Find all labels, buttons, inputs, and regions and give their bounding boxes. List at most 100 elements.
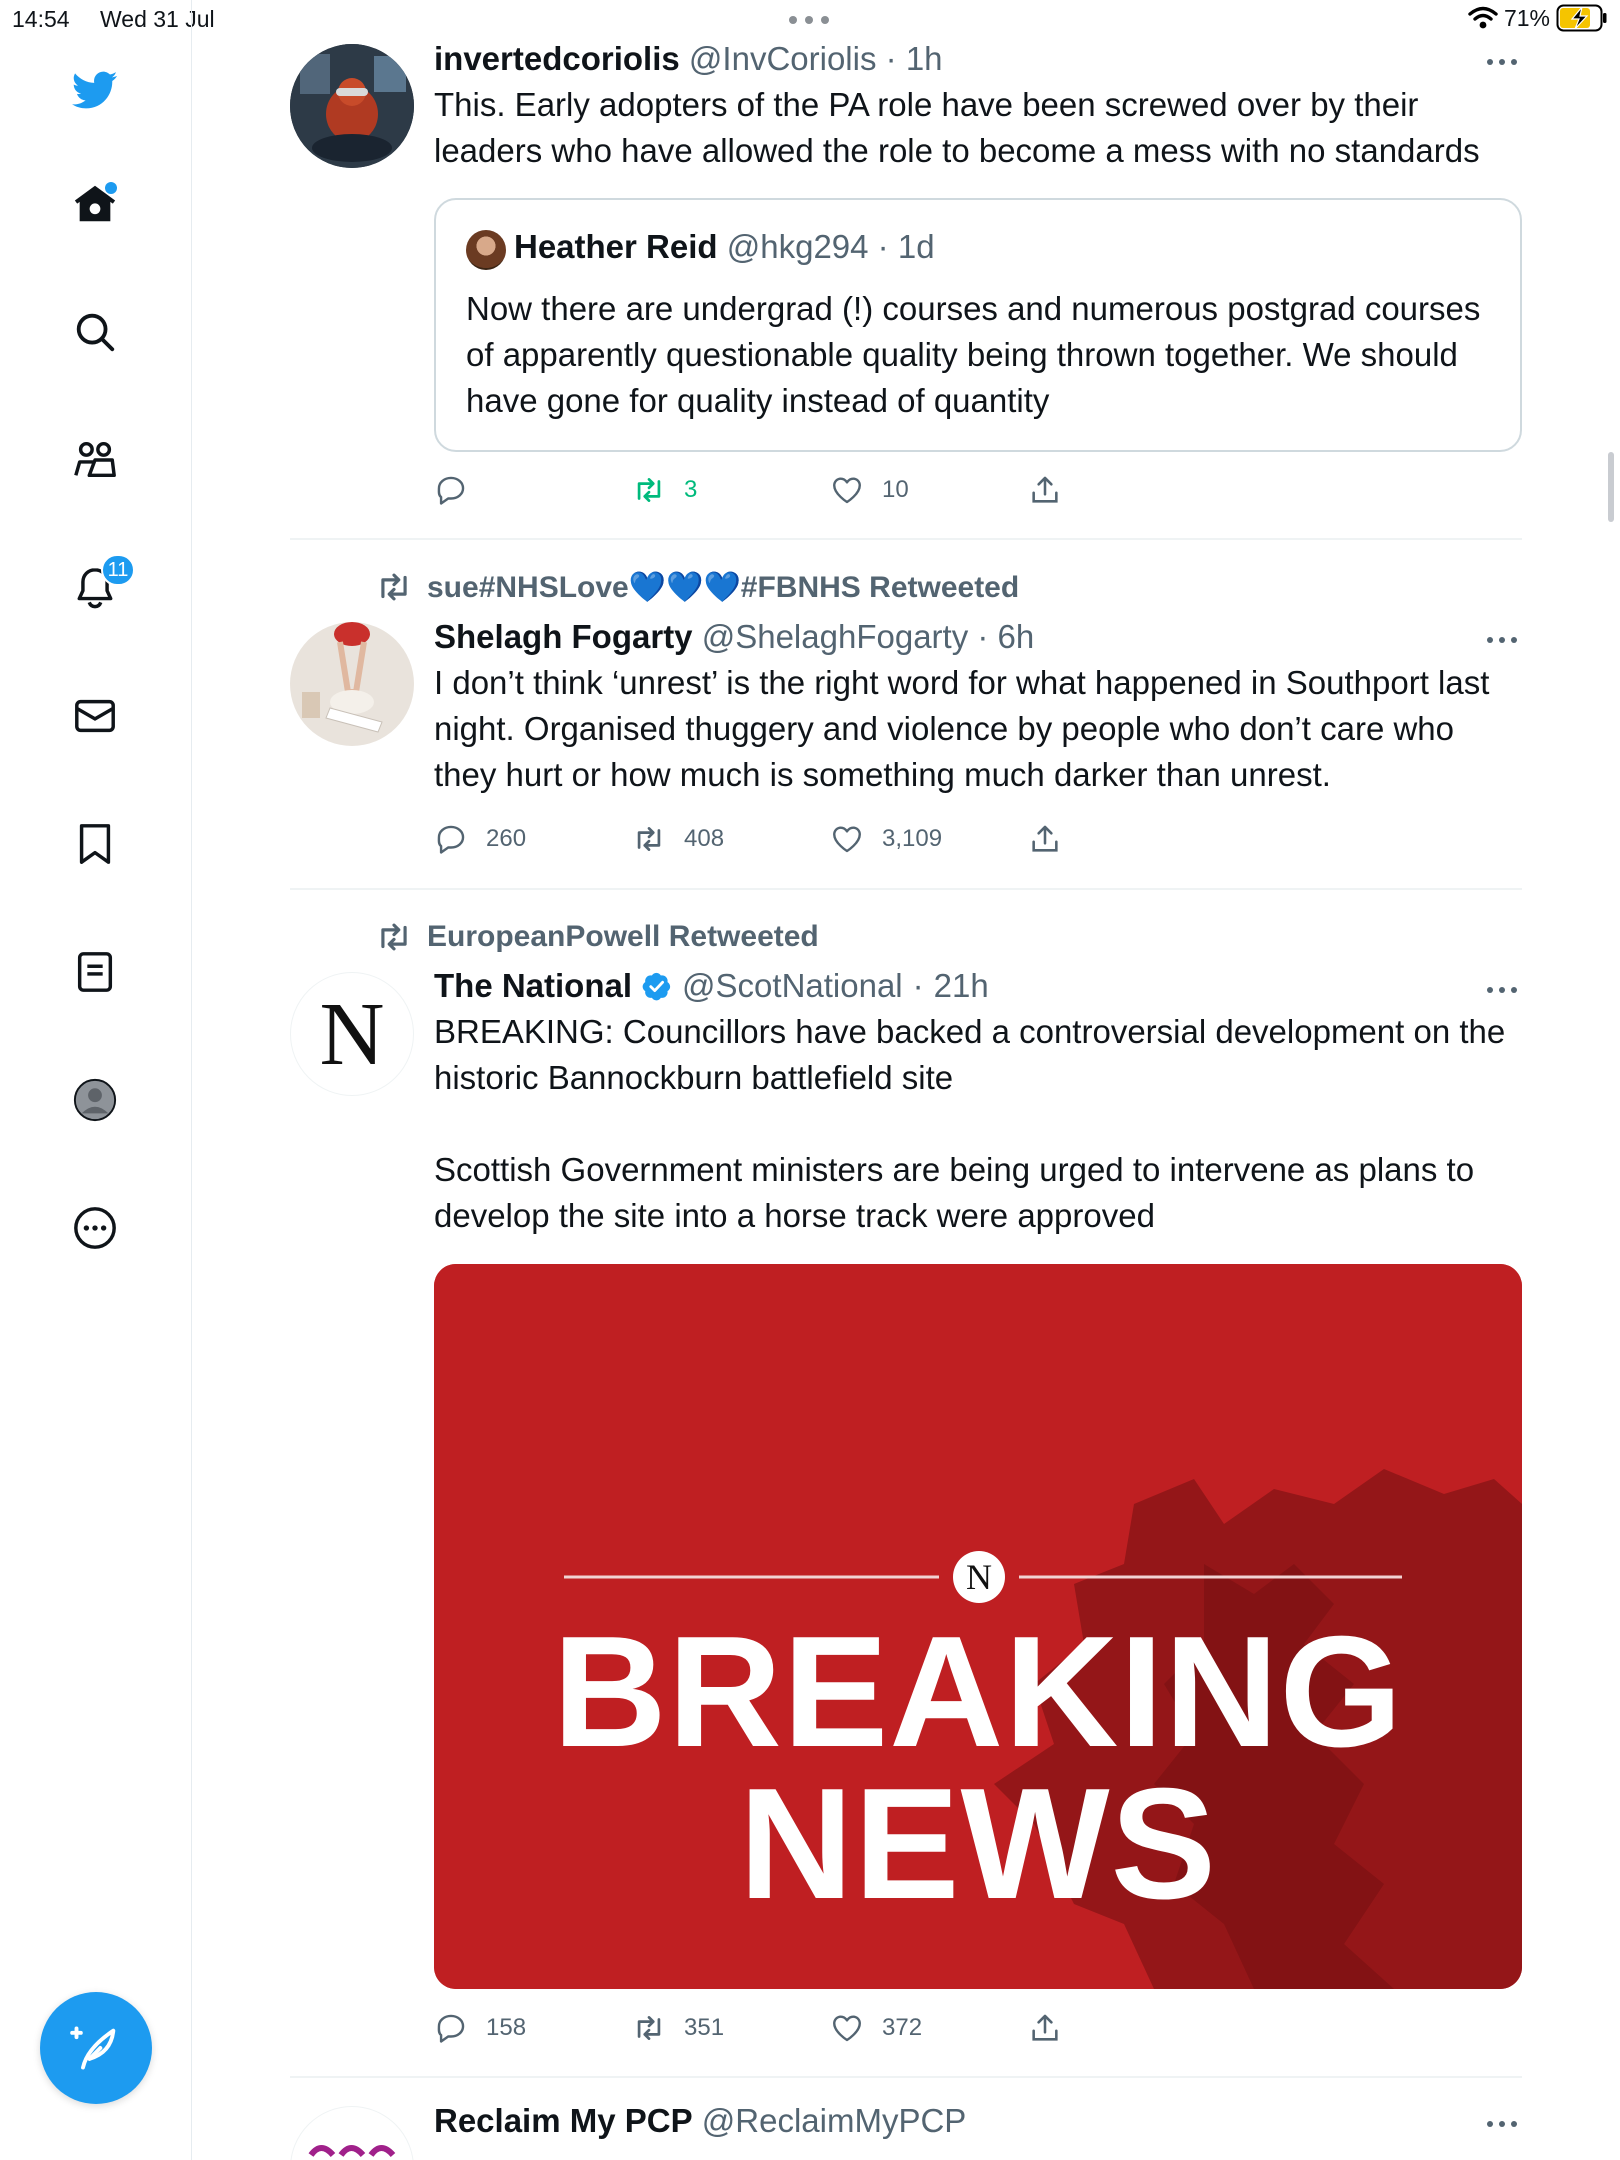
verified-badge-icon [642,972,671,1001]
profile-avatar-icon [73,1078,117,1122]
share-icon [1032,825,1058,852]
tweet-body: Reclaim My PCP @ReclaimMyPCP [434,2100,1522,2142]
like-count: 10 [882,476,909,503]
retweet-count: 3 [684,476,698,503]
share-icon [1032,2014,1058,2041]
media-logo-letter: N [966,1557,992,1597]
reply-button[interactable]: 260 [434,819,526,859]
quote-text: Now there are undergrad (!) courses and … [466,290,1481,419]
share-button[interactable] [1028,470,1062,510]
author-handle[interactable]: @InvCoriolis [689,40,877,77]
more-options-icon[interactable] [1482,980,1522,1000]
retweet-button[interactable]: 351 [632,2008,724,2048]
quote-author-handle: @hkg294 [726,228,869,265]
tweet-divider [290,2076,1522,2078]
more-options-icon[interactable] [1482,52,1522,72]
multitasking-dots-icon[interactable] [786,4,832,34]
share-button[interactable] [1028,819,1062,859]
quoted-tweet[interactable]: Heather Reid @hkg294 · 1d Now there are … [434,198,1522,452]
nav-home[interactable] [63,172,127,236]
author-handle[interactable]: @ReclaimMyPCP [702,2102,967,2139]
tweet-actions: 260 408 3,109 [434,819,1134,859]
tweet-text: This. Early adopters of the PA role have… [434,86,1480,169]
notifications-badge: 11 [101,554,135,586]
twitter-logo-button[interactable] [63,58,127,122]
quote-avatar[interactable] [466,230,506,270]
sidebar: 11 [0,0,192,2160]
avatar[interactable] [290,44,414,168]
quote-header: Heather Reid @hkg294 · 1d [514,228,935,265]
avatar-image [308,2145,396,2158]
wifi-icon [1468,6,1498,29]
lists-icon [77,952,113,992]
retweet-button[interactable]: 408 [632,819,724,859]
author-name[interactable]: The National [434,965,632,1007]
tweet-actions: 158 351 372 [434,2008,1134,2048]
reply-count: 260 [486,825,527,852]
reply-button[interactable]: 158 [434,2008,526,2048]
more-options-icon[interactable] [1482,2114,1522,2134]
tweet-divider [290,538,1522,540]
like-button[interactable]: 10 [830,470,909,510]
nav-profile[interactable] [63,1068,127,1132]
retweet-button[interactable]: 3 [632,470,697,510]
nav-lists[interactable] [63,940,127,1004]
quote-author-name: Heather Reid [514,228,718,265]
tweet-body: Shelagh Fogarty @ShelaghFogarty · 6h I d… [434,616,1522,798]
author-handle[interactable]: @ScotNational [682,965,903,1007]
tweet-time[interactable]: 21h [934,965,989,1007]
retweeted-by-text[interactable]: sue#NHSLove💙💙💙#FBNHS Retweeted [427,570,1019,605]
retweeted-by: sue#NHSLove💙💙💙#FBNHS Retweeted [375,568,1019,606]
tweet-header: Shelagh Fogarty @ShelaghFogarty · 6h [434,618,1035,655]
tweet-header: Reclaim My PCP @ReclaimMyPCP [434,2100,1522,2142]
avatar-image [290,44,414,168]
more-options-icon[interactable] [1482,630,1522,650]
tweet-body: invertedcoriolis @InvCoriolis · 1h This.… [434,38,1522,174]
reply-button[interactable] [434,470,486,510]
compose-feather-icon [70,2026,116,2070]
retweet-icon [637,827,661,851]
like-button[interactable]: 372 [830,2008,922,2048]
nav-bookmarks[interactable] [63,812,127,876]
tweet-header: invertedcoriolis @InvCoriolis · 1h [434,40,943,77]
tweet-time[interactable]: 6h [998,618,1035,655]
bookmark-icon [79,824,111,864]
like-count: 3,109 [882,825,943,852]
scrollbar[interactable] [1608,452,1614,522]
communities-icon [74,441,116,478]
retweet-count: 408 [684,825,725,852]
tweet-text: I don’t think ‘unrest’ is the right word… [434,664,1490,793]
retweeted-by-text[interactable]: EuropeanPowell Retweeted [427,920,819,954]
avatar[interactable] [290,622,414,746]
twitter-bird-icon [72,71,118,109]
status-bar: 14:54 Wed 31 Jul 71% [0,0,1620,40]
tweet-time[interactable]: 1h [906,40,943,77]
avatar-letter: N [319,984,385,1084]
nav-communities[interactable] [63,428,127,492]
tweet-text-2: Scottish Government ministers are being … [434,1151,1475,1234]
nav-explore[interactable] [63,300,127,364]
author-name[interactable]: Shelagh Fogarty [434,618,693,655]
compose-tweet-button[interactable] [40,1992,152,2104]
search-icon [76,313,115,352]
nav-more[interactable] [63,1196,127,1260]
reply-icon [437,2014,465,2043]
like-button[interactable]: 3,109 [830,819,942,859]
nav-messages[interactable] [63,684,127,748]
avatar-image [290,622,414,746]
quote-time: 1d [897,228,935,265]
like-count: 372 [882,2014,923,2041]
author-name[interactable]: Reclaim My PCP [434,2102,693,2139]
nav-notifications[interactable]: 11 [63,554,135,620]
heart-icon [833,2015,861,2042]
avatar[interactable]: N [290,972,414,1096]
battery-percent: 71% [1503,4,1550,31]
share-button[interactable] [1028,2008,1062,2048]
avatar[interactable] [290,2106,414,2160]
tweet-body: The National @ScotNational · 21h BREAKIN… [434,965,1522,1239]
media-headline: BREAKING NEWS [434,1613,1522,1923]
author-handle[interactable]: @ShelaghFogarty [702,618,968,655]
retweet-small-icon [381,573,407,601]
tweet-media-image[interactable]: N BREAKING NEWS [434,1264,1522,1989]
author-name[interactable]: invertedcoriolis [434,40,680,77]
